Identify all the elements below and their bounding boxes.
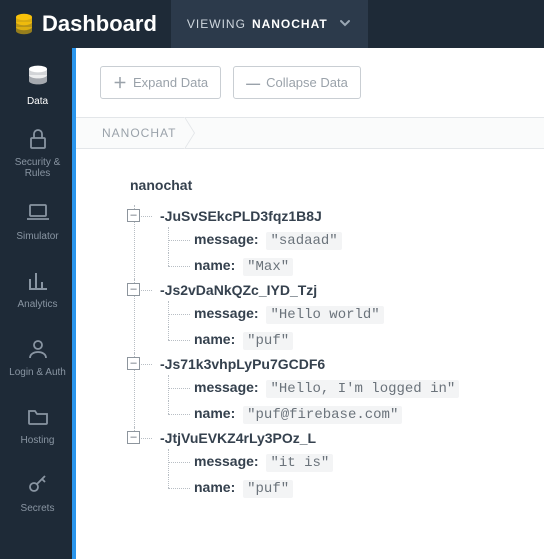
- sidebar-item-label: Analytics: [17, 299, 57, 310]
- tree-leaf: message: "sadaad": [164, 227, 544, 253]
- lock-icon: [26, 127, 50, 151]
- tree-leaf-key-name[interactable]: name:: [194, 331, 239, 347]
- tree-leaf-key-message[interactable]: message:: [194, 305, 262, 321]
- tree-node-row: –-JuSvSEkcPLD3fqz1B8J: [160, 205, 544, 227]
- tree-leaf-row: name: "Max": [194, 253, 544, 279]
- tree-leaf: name: "puf@firebase.com": [164, 401, 544, 427]
- button-label: Collapse Data: [266, 75, 348, 90]
- sidebar-item-label: Hosting: [21, 435, 55, 446]
- tree-node: –-JtjVuEVKZ4rLy3POz_Lmessage: "it is"nam…: [130, 427, 544, 501]
- tree-leaf-row: name: "puf@firebase.com": [194, 401, 544, 427]
- sidebar-item-analytics[interactable]: Analytics: [0, 252, 72, 320]
- tree-leaf-value[interactable]: "it is": [266, 454, 333, 472]
- sidebar-item-label: Simulator: [16, 231, 58, 242]
- tree-leaf-key-name[interactable]: name:: [194, 405, 239, 421]
- tree-leaf-key-message[interactable]: message:: [194, 231, 262, 247]
- collapse-toggle[interactable]: –: [127, 209, 140, 222]
- folder-icon: [26, 405, 50, 429]
- collapse-toggle[interactable]: –: [127, 431, 140, 444]
- tree-node-key[interactable]: -JuSvSEkcPLD3fqz1B8J: [160, 208, 322, 224]
- tree-leaf: name: "Max": [164, 253, 544, 279]
- collapse-toggle[interactable]: –: [127, 283, 140, 296]
- minus-icon: —: [246, 76, 260, 90]
- sidebar-item-secrets[interactable]: Secrets: [0, 456, 72, 524]
- topbar: Dashboard VIEWING NANOCHAT: [0, 0, 544, 48]
- tree-leaf-key-name[interactable]: name:: [194, 479, 239, 495]
- tree-leaf-row: message: "Hello world": [194, 301, 544, 327]
- tree-leaf: name: "puf": [164, 327, 544, 353]
- app-switcher[interactable]: VIEWING NANOCHAT: [171, 0, 368, 48]
- tree-leaf: name: "puf": [164, 475, 544, 501]
- sidebar-item-data[interactable]: Data: [0, 48, 72, 116]
- collapse-toggle[interactable]: –: [127, 357, 140, 370]
- chevron-down-icon: [338, 16, 352, 33]
- tree-leaf-value[interactable]: "puf@firebase.com": [243, 406, 402, 424]
- sidebar-item-label: Secrets: [21, 503, 55, 514]
- tree-node: –-JuSvSEkcPLD3fqz1B8Jmessage: "sadaad"na…: [130, 205, 544, 279]
- breadcrumb-root[interactable]: NANOCHAT: [96, 126, 188, 140]
- collapse-data-button[interactable]: — Collapse Data: [233, 66, 361, 99]
- user-icon: [26, 337, 50, 361]
- tree-leaf-key-name[interactable]: name:: [194, 257, 239, 273]
- database-icon: [14, 13, 34, 35]
- tree-leaf-row: name: "puf": [194, 475, 544, 501]
- database-icon: [25, 64, 51, 90]
- tree-leaf-key-message[interactable]: message:: [194, 379, 262, 395]
- tree-leaf-row: message: "Hello, I'm logged in": [194, 375, 544, 401]
- tree-leaf-value[interactable]: "sadaad": [266, 232, 341, 250]
- expand-data-button[interactable]: ＋ Expand Data: [100, 66, 221, 99]
- main-panel: ＋ Expand Data — Collapse Data NANOCHAT n…: [72, 48, 544, 559]
- tree-leaf-row: message: "sadaad": [194, 227, 544, 253]
- tree-root-label[interactable]: nanochat: [130, 177, 544, 193]
- toolbar: ＋ Expand Data — Collapse Data: [76, 48, 544, 117]
- laptop-icon: [25, 201, 51, 225]
- tree-leaf-row: name: "puf": [194, 327, 544, 353]
- tree-node-row: –-Js71k3vhpLyPu7GCDF6: [160, 353, 544, 375]
- tree-node: –-Js71k3vhpLyPu7GCDF6message: "Hello, I'…: [130, 353, 544, 427]
- viewing-app-name: NANOCHAT: [252, 17, 328, 31]
- plus-icon: ＋: [113, 76, 127, 90]
- key-icon: [26, 473, 50, 497]
- breadcrumb: NANOCHAT: [76, 117, 544, 149]
- tree-leaf-key-message[interactable]: message:: [194, 453, 262, 469]
- page-title: Dashboard: [42, 11, 157, 37]
- tree-node-row: –-JtjVuEVKZ4rLy3POz_L: [160, 427, 544, 449]
- button-label: Expand Data: [133, 75, 208, 90]
- tree-leaf-row: message: "it is": [194, 449, 544, 475]
- tree-node-row: –-Js2vDaNkQZc_IYD_Tzj: [160, 279, 544, 301]
- sidebar-item-label: Security & Rules: [3, 157, 72, 179]
- brand[interactable]: Dashboard: [0, 0, 171, 48]
- tree-leaf-value[interactable]: "Hello world": [266, 306, 383, 324]
- tree-node-key[interactable]: -Js2vDaNkQZc_IYD_Tzj: [160, 282, 317, 298]
- sidebar-item-security[interactable]: Security & Rules: [0, 116, 72, 184]
- tree-leaf: message: "Hello world": [164, 301, 544, 327]
- tree-leaf: message: "it is": [164, 449, 544, 475]
- tree-leaf-value[interactable]: "puf": [243, 332, 293, 350]
- sidebar-item-label: Login & Auth: [9, 367, 66, 378]
- sidebar-item-simulator[interactable]: Simulator: [0, 184, 72, 252]
- sidebar-item-login[interactable]: Login & Auth: [0, 320, 72, 388]
- tree-leaf-value[interactable]: "puf": [243, 480, 293, 498]
- tree-leaf-value[interactable]: "Hello, I'm logged in": [266, 380, 459, 398]
- sidebar-item-hosting[interactable]: Hosting: [0, 388, 72, 456]
- sidebar-item-label: Data: [27, 96, 48, 107]
- tree-node-key[interactable]: -Js71k3vhpLyPu7GCDF6: [160, 356, 325, 372]
- tree-node-key[interactable]: -JtjVuEVKZ4rLy3POz_L: [160, 430, 316, 446]
- viewing-label: VIEWING: [187, 17, 246, 31]
- tree-leaf: message: "Hello, I'm logged in": [164, 375, 544, 401]
- chart-icon: [26, 269, 50, 293]
- tree-leaf-value[interactable]: "Max": [243, 258, 293, 276]
- sidebar: Data Security & Rules Simulator Analytic…: [0, 48, 72, 559]
- tree-node: –-Js2vDaNkQZc_IYD_Tzjmessage: "Hello wor…: [130, 279, 544, 353]
- data-tree: nanochat –-JuSvSEkcPLD3fqz1B8Jmessage: "…: [76, 149, 544, 521]
